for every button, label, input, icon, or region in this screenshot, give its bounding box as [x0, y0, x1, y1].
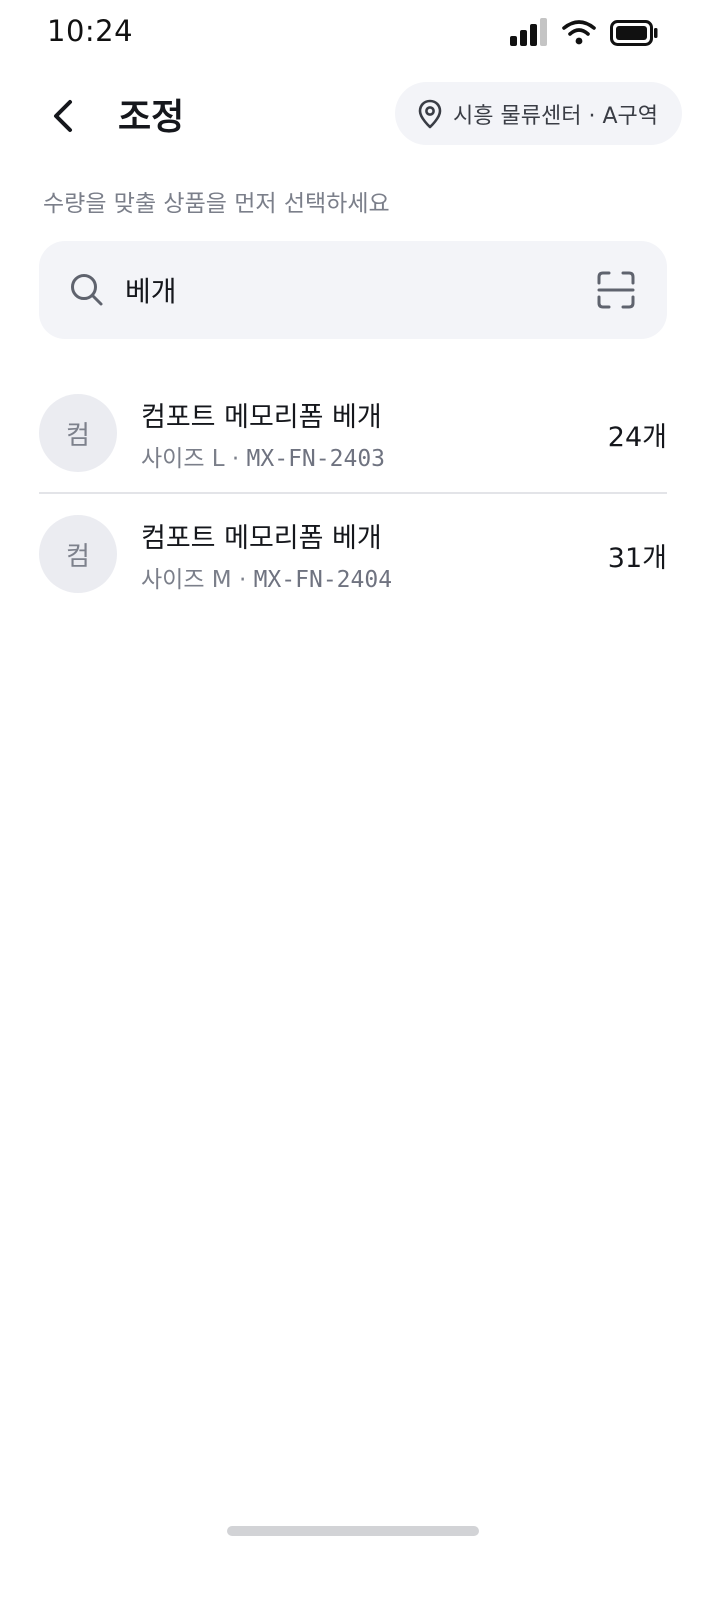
battery-icon [610, 20, 658, 46]
product-size: 사이즈 M · [141, 567, 254, 593]
product-list: 컴 컴포트 메모리폼 베개 사이즈 L · MX-FN-2403 24개 컴 컴… [39, 373, 667, 613]
product-name: 컴포트 메모리폼 베개 [141, 402, 382, 433]
instruction-text: 수량을 맞출 상품을 먼저 선택하세요 [43, 191, 390, 217]
back-button[interactable] [40, 92, 88, 140]
header: 조정 시흥 물류센터 · A구역 [0, 72, 720, 156]
search-box[interactable] [39, 241, 667, 339]
map-pin-icon [418, 99, 442, 128]
location-label: 시흥 물류센터 · A구역 [453, 103, 658, 129]
search-input[interactable] [125, 265, 555, 315]
signal-icon [510, 18, 547, 46]
product-size: 사이즈 L · [141, 446, 247, 472]
product-meta: 사이즈 L · MX-FN-2403 [141, 439, 385, 473]
status-bar: 10:24 [0, 0, 720, 68]
product-row[interactable]: 컴 컴포트 메모리폼 베개 사이즈 L · MX-FN-2403 24개 [39, 373, 667, 494]
product-sku: MX-FN-2404 [253, 567, 393, 593]
scan-icon[interactable] [597, 271, 635, 309]
avatar: 컴 [39, 515, 117, 593]
product-meta: 사이즈 M · MX-FN-2404 [141, 560, 392, 594]
home-indicator[interactable] [227, 1526, 479, 1536]
product-sku: MX-FN-2403 [246, 446, 386, 472]
wifi-icon [562, 20, 596, 45]
status-icons [510, 18, 658, 48]
avatar: 컴 [39, 394, 117, 472]
product-row[interactable]: 컴 컴포트 메모리폼 베개 사이즈 M · MX-FN-2404 31개 [39, 494, 667, 613]
location-chip[interactable]: 시흥 물류센터 · A구역 [395, 82, 682, 145]
product-name: 컴포트 메모리폼 베개 [141, 523, 382, 554]
product-quantity: 24개 [607, 422, 667, 453]
product-quantity: 31개 [607, 543, 667, 574]
chevron-left-icon [54, 100, 72, 132]
page-title: 조정 [118, 97, 185, 138]
status-time: 10:24 [47, 14, 134, 48]
search-icon [71, 274, 103, 306]
